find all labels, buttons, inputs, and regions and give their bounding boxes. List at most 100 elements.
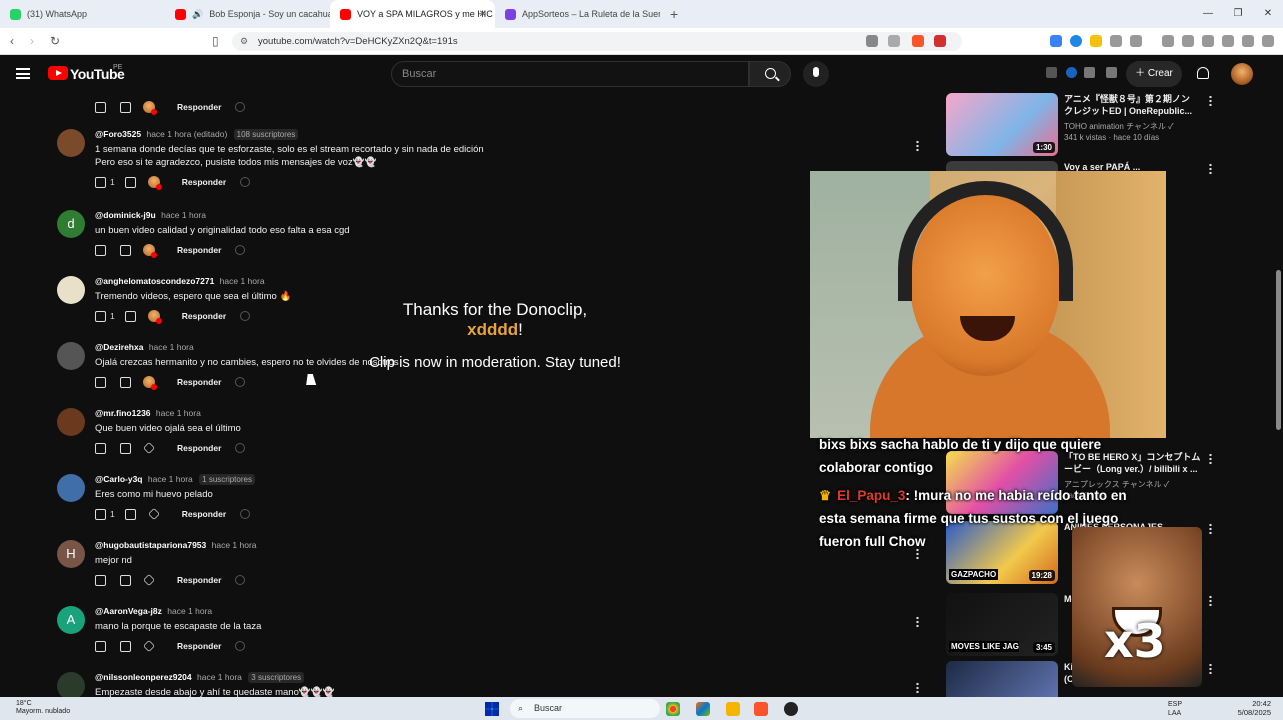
sidebar-icon[interactable] [1182,35,1194,47]
reply-button[interactable]: Responder [177,245,221,255]
bookmark-icon[interactable]: ▯ [212,34,219,48]
comment-time[interactable]: hace 1 hora [197,672,242,682]
clock[interactable]: 20:42 5/08/2025 [1238,699,1271,717]
heart-icon[interactable] [143,640,155,652]
list-icon[interactable] [1084,67,1095,78]
page-scrollbar[interactable] [1276,270,1281,430]
more-options-icon[interactable] [1209,663,1212,674]
avatar[interactable] [57,408,85,436]
taskbar-search[interactable]: ⌕ Buscar [510,699,660,718]
notifications-bell-icon[interactable] [1197,67,1209,79]
puzzle-icon[interactable] [1110,35,1122,47]
tab-whatsapp[interactable]: (31) WhatsApp [0,0,165,28]
like-icon[interactable] [95,101,106,113]
heart-icon[interactable] [143,574,155,586]
more-options-icon[interactable] [1209,595,1212,606]
like-icon[interactable] [95,176,106,188]
share-icon[interactable] [888,35,900,47]
avatar[interactable]: H [57,540,85,568]
comment-author[interactable]: @Foro3525 [95,129,141,139]
cast-icon[interactable] [1106,67,1117,78]
reply-button[interactable]: Responder [177,443,221,453]
tab-bob-esponja[interactable]: 🔊 Bob Esponja - Soy un cacahuate [165,0,330,28]
like-icon[interactable] [95,310,106,322]
more-options-icon[interactable] [916,682,919,693]
search-button[interactable] [749,61,791,87]
avatar[interactable] [57,672,85,700]
comment-time[interactable]: hace 1 hora [167,606,212,616]
comment-author[interactable]: @hugobautistapariona7953 [95,540,206,550]
avatar[interactable] [57,276,85,304]
dislike-icon[interactable] [120,574,131,586]
avatar[interactable] [57,474,85,502]
dislike-icon[interactable] [120,244,131,256]
avatar[interactable]: d [57,210,85,238]
url-field[interactable]: ⚙ youtube.com/watch?v=DeHCKyZXn2Q&t=191s [232,32,962,51]
extension-icon[interactable] [1070,35,1082,47]
back-icon[interactable]: ‹ [10,34,14,48]
leo-icon[interactable] [1222,35,1234,47]
more-icon[interactable] [235,245,246,255]
more-icon[interactable] [235,443,246,453]
close-window-button[interactable]: ✕ [1253,0,1283,28]
like-icon[interactable] [95,376,106,388]
comment-author[interactable]: @nilssonleonperez9204 [95,672,192,682]
like-icon[interactable] [95,442,106,454]
comment-time[interactable]: hace 1 hora [149,342,194,352]
reply-button[interactable]: Responder [182,509,226,519]
avatar[interactable] [1231,63,1253,85]
more-options-icon[interactable] [916,616,919,627]
youtube-logo-icon[interactable] [48,66,68,80]
comment-time[interactable]: hace 1 hora [156,408,201,418]
video-thumbnail[interactable]: MOVES LIKE JAGGER REMIX 3:45 [946,593,1058,656]
more-icon[interactable] [240,509,251,519]
install-app-icon[interactable] [866,35,878,47]
reply-button[interactable]: Responder [177,102,221,112]
more-options-icon[interactable] [1209,95,1212,106]
brave-rewards-icon[interactable] [934,35,946,47]
video-thumbnail[interactable]: 1:30 [946,93,1058,156]
menu-icon[interactable] [1262,35,1274,47]
extension-icon[interactable] [1046,67,1057,78]
copilot-icon[interactable] [696,702,710,716]
video-title[interactable]: アニメ『怪獣８号』第２期ノン クレジットED | OneRepublic... [1064,93,1202,117]
like-icon[interactable] [95,244,106,256]
maximize-button[interactable]: ❐ [1223,0,1253,28]
avatar[interactable]: A [57,606,85,634]
weather-widget[interactable]: 18°C Mayorm. nublado [16,700,70,716]
menu-icon[interactable] [16,68,30,79]
vpn-icon[interactable] [1242,35,1254,47]
comment-author[interactable]: @AaronVega-j8z [95,606,162,616]
avatar[interactable] [57,342,85,370]
brave-shields-icon[interactable] [912,35,924,47]
more-icon[interactable] [235,377,246,387]
minimize-button[interactable]: — [1193,0,1223,28]
language-indicator[interactable]: ESP LAA [1168,700,1182,718]
more-options-icon[interactable] [1209,453,1212,464]
dislike-icon[interactable] [124,310,136,322]
dislike-icon[interactable] [120,101,131,113]
video-channel[interactable]: TOHO animation チャンネル ✓ [1064,121,1202,132]
more-options-icon[interactable] [1209,163,1212,174]
more-icon[interactable] [240,311,251,321]
extension-icon[interactable] [1050,35,1062,47]
more-icon[interactable] [235,575,246,585]
comment-time[interactable]: hace 1 hora [212,540,257,550]
comment-time[interactable]: hace 1 hora (editado) [146,129,227,139]
comment-author[interactable]: @Carlo-y3q [95,474,143,484]
extension-icon[interactable] [1066,67,1077,78]
brave-icon[interactable] [754,702,768,716]
heart-icon[interactable] [147,508,160,520]
avatar[interactable] [57,129,85,157]
more-icon[interactable] [235,102,246,112]
dislike-icon[interactable] [120,442,131,454]
close-tab-icon[interactable]: ✕ [479,9,487,20]
dislike-icon[interactable] [120,376,131,388]
create-button[interactable]: ＋ Crear [1126,61,1182,87]
more-icon[interactable] [240,177,251,187]
dislike-icon[interactable] [120,640,131,652]
tab-voy-a-spa[interactable]: VOY a SPA MILAGROS y me HIC ✕ [330,0,495,28]
comment-time[interactable]: hace 1 hora [161,210,206,220]
comment-time[interactable]: hace 1 hora [148,474,193,484]
like-icon[interactable] [95,574,106,586]
